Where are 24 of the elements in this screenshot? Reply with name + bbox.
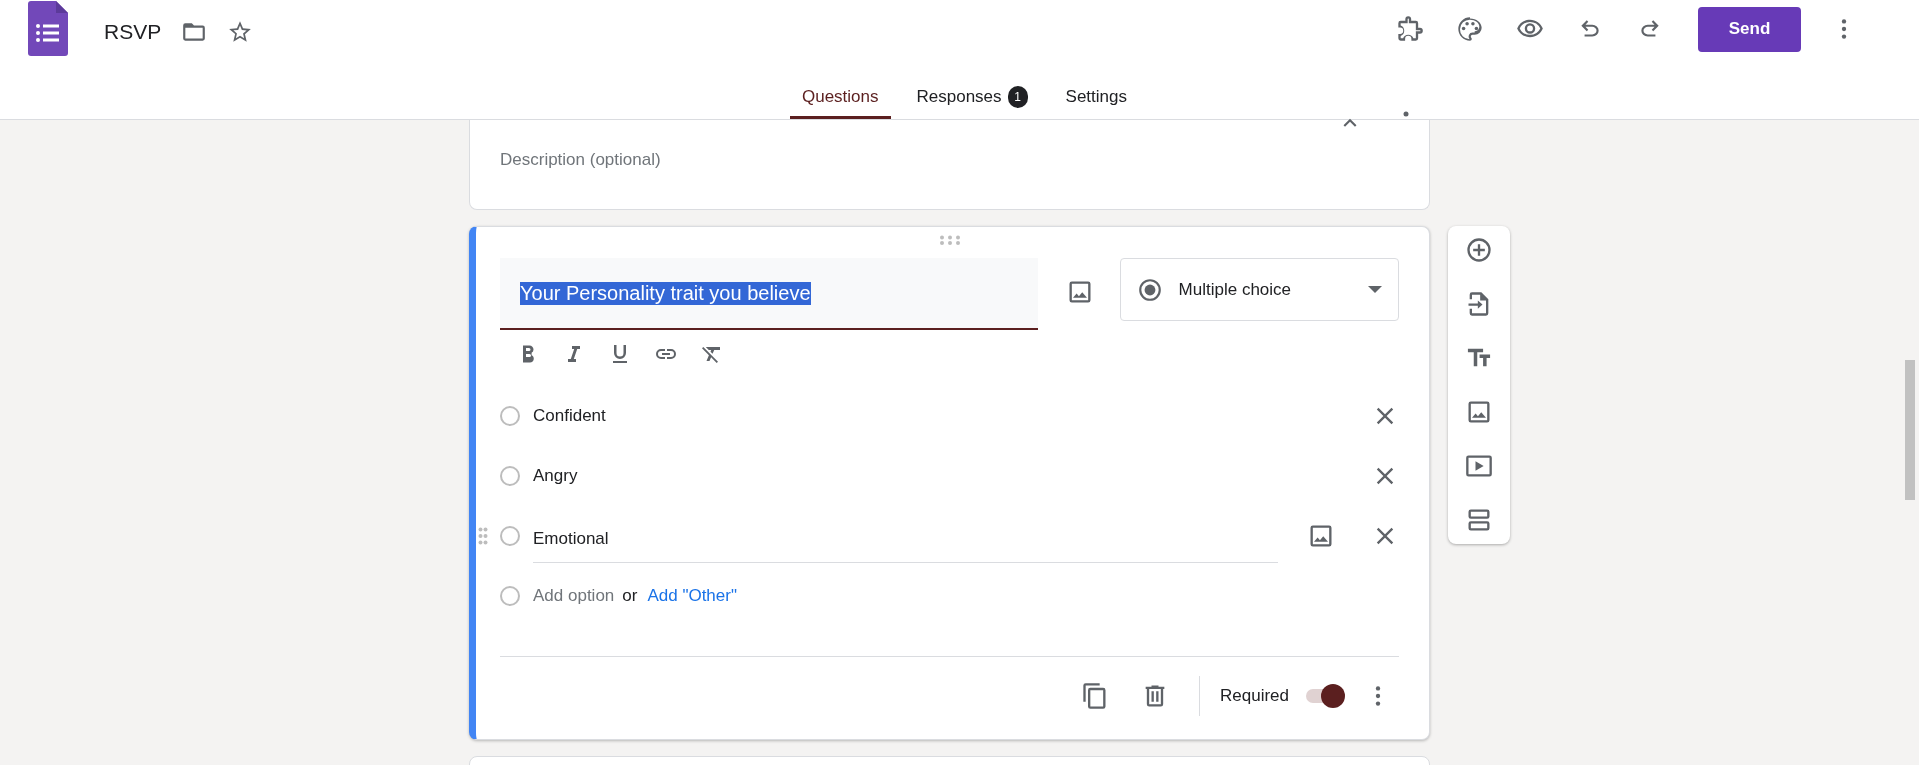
copy-icon[interactable]	[1081, 682, 1109, 710]
count-badge: 1	[1007, 86, 1028, 108]
drag-handle-icon[interactable]	[938, 235, 961, 245]
puzzle-icon[interactable]	[1396, 15, 1424, 43]
dropdown-arrow-icon	[1368, 285, 1382, 294]
radio-icon	[1136, 276, 1163, 303]
description-field[interactable]: Description (optional)	[500, 150, 1399, 170]
add-option-field[interactable]: Add option	[533, 586, 615, 606]
option-field[interactable]: Angry	[533, 446, 1371, 506]
question-title-field[interactable]: Your Personality trait you believe	[500, 258, 1038, 330]
send-button[interactable]: Send	[1698, 6, 1801, 52]
scrollbar[interactable]	[1905, 360, 1915, 500]
question-type-dropdown[interactable]: Multiple choice	[1119, 258, 1399, 321]
form-title[interactable]: RSVP	[104, 20, 162, 44]
forms-logo-icon[interactable]	[28, 0, 68, 56]
required-label: Required	[1220, 686, 1289, 706]
drag-handle-icon[interactable]	[478, 527, 488, 545]
tab[interactable]: Responses 1	[904, 64, 1040, 119]
add-other-link[interactable]: Add "Other"	[647, 586, 737, 606]
tab[interactable]: Settings	[1053, 64, 1139, 119]
option-field[interactable]: Emotional	[533, 519, 1278, 563]
option-field[interactable]: Confident	[533, 386, 1371, 446]
or-text: or	[622, 586, 638, 606]
palette-icon[interactable]	[1456, 15, 1484, 43]
